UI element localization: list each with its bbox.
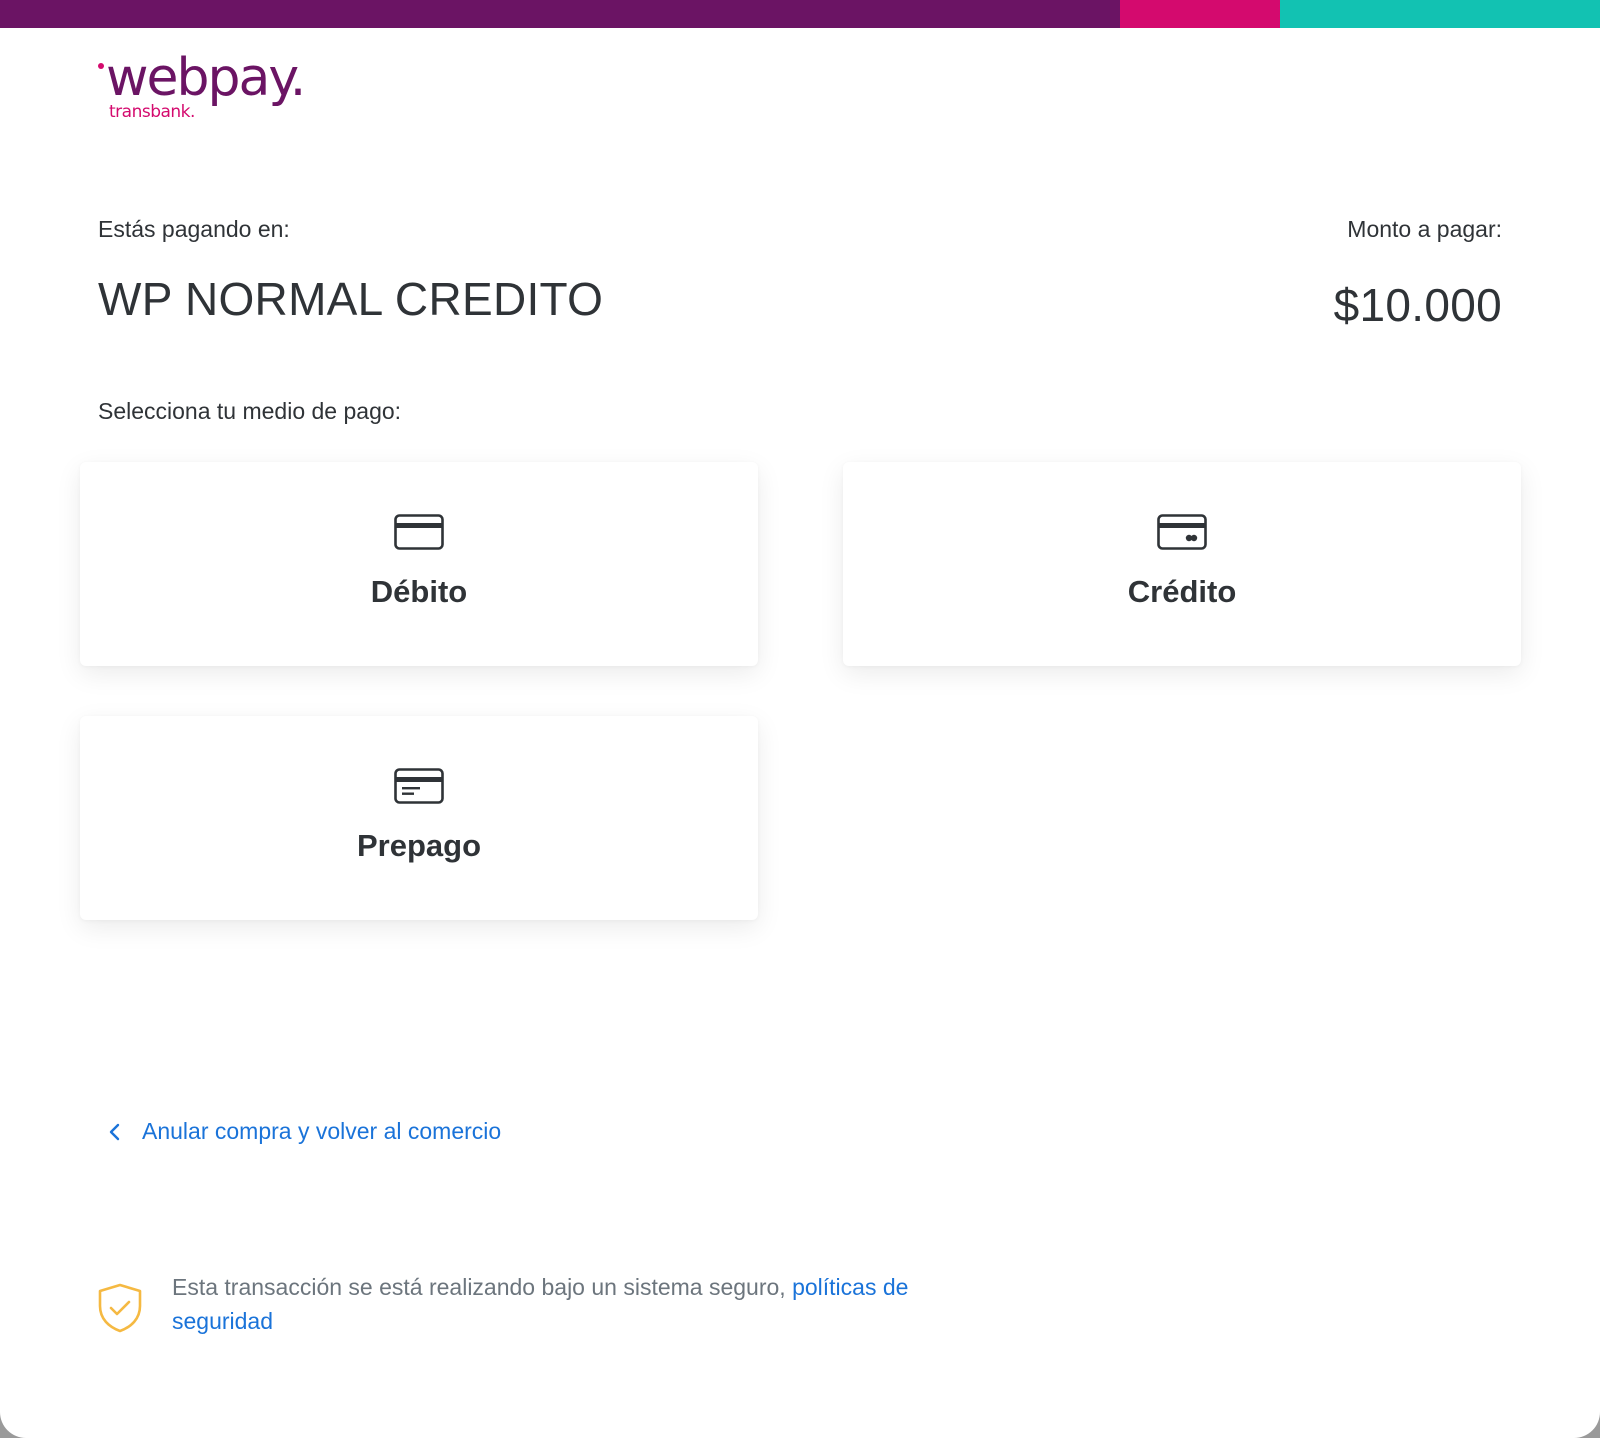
- payment-method-label: Crédito: [1127, 574, 1237, 609]
- logo-dot: [98, 63, 104, 69]
- webpay-logo: webpay. transbank.: [96, 48, 326, 124]
- merchant-name: WP NORMAL CREDITO: [98, 273, 604, 325]
- stripe-pink: [1120, 0, 1280, 28]
- shield-check-icon: [98, 1283, 142, 1333]
- security-text: Esta transacción se está realizando bajo…: [172, 1270, 972, 1338]
- logo-word: webpay.: [106, 48, 306, 108]
- prepaid-card-icon: [394, 768, 444, 804]
- brand-stripe: [0, 0, 1600, 28]
- payment-window: webpay. transbank. Estás pagando en: Mon…: [0, 0, 1600, 1438]
- select-method-label: Selecciona tu medio de pago:: [98, 398, 402, 424]
- payment-method-prepaid[interactable]: Prepago: [80, 716, 758, 920]
- logo-sub: transbank.: [109, 102, 195, 122]
- credit-card-icon: [1157, 514, 1207, 550]
- cancel-and-return-link[interactable]: Anular compra y volver al comercio: [104, 1118, 501, 1145]
- paying-at-label: Estás pagando en:: [98, 216, 290, 242]
- amount-label: Monto a pagar:: [1347, 216, 1502, 242]
- payment-method-debit[interactable]: Débito: [80, 462, 758, 666]
- stripe-teal: [1280, 0, 1600, 28]
- stripe-purple: [0, 0, 1120, 28]
- security-message: Esta transacción se está realizando bajo…: [172, 1274, 793, 1300]
- cancel-and-return-label: Anular compra y volver al comercio: [142, 1118, 502, 1144]
- chevron-left-icon: [109, 1123, 120, 1140]
- payment-method-label: Débito: [370, 574, 468, 609]
- payment-method-credit[interactable]: Crédito: [843, 462, 1521, 666]
- debit-card-icon: [394, 514, 444, 550]
- payment-method-label: Prepago: [356, 828, 482, 863]
- amount-value: $10.000: [1333, 279, 1502, 331]
